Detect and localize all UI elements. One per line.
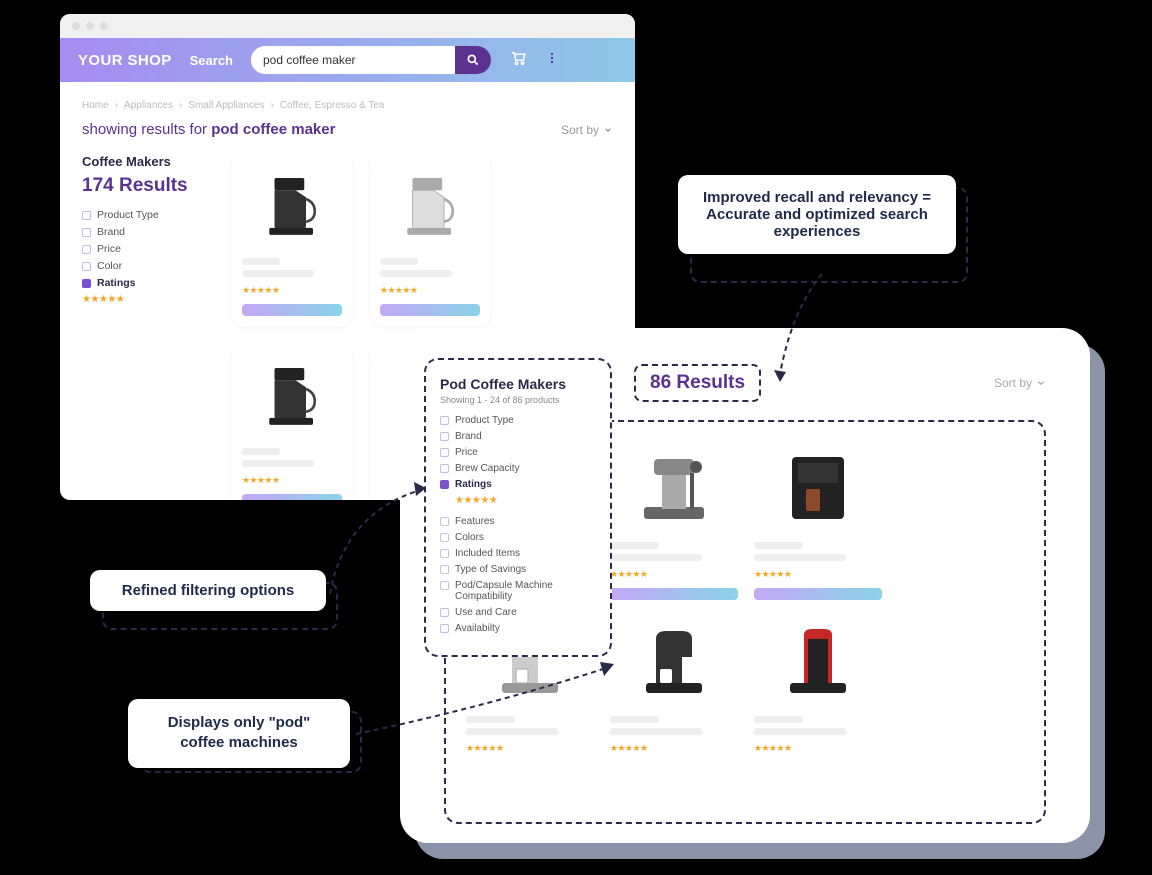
search-button[interactable] [455,46,491,74]
product-image [754,442,882,532]
product-card[interactable]: ★★★★★ [370,154,490,326]
filter-brand[interactable]: Brand [82,226,212,238]
breadcrumb-item[interactable]: Home [82,100,109,111]
product-card[interactable]: ★★★★★ [232,344,352,500]
sort-label: Sort by [994,376,1032,390]
filter-color[interactable]: Color [82,260,212,272]
product-image [754,616,882,706]
breadcrumb-item[interactable]: Appliances [124,100,173,111]
filter-label: Ratings [97,277,136,289]
shop-nav: YOUR SHOP Search [60,38,635,82]
filter-label: Features [455,516,494,527]
chevron-down-icon [603,125,613,135]
results-header: showing results for pod coffee maker Sor… [82,121,613,138]
browser-titlebar [60,14,635,38]
filter-included-items[interactable]: Included Items [440,548,596,559]
product-image [610,442,738,532]
filter-label: Use and Care [455,607,517,618]
sort-label: Sort by [561,123,599,137]
filter-label: Price [455,447,478,458]
category-title: Coffee Makers [82,154,212,169]
showing-results: showing results for pod coffee maker [82,121,335,138]
rating-stars: ★★★★★ [455,495,596,506]
filter-savings[interactable]: Type of Savings [440,564,596,575]
filter-label: Colors [455,532,484,543]
product-card[interactable]: ★★★★★ [232,154,352,326]
filter-price[interactable]: Price [440,447,596,458]
filter-label: Type of Savings [455,564,526,575]
menu-icon[interactable] [545,51,559,70]
search-input[interactable] [251,53,455,67]
filter-label: Pod/Capsule Machine Compatibility [455,580,596,602]
filter-product-type[interactable]: Product Type [440,415,596,426]
filter-label: Included Items [455,548,520,559]
window-dot [72,22,80,30]
product-image [380,166,480,246]
product-image [242,356,342,436]
panel2-title: Pod Coffee Makers [440,376,596,392]
breadcrumb-item[interactable]: Coffee, Espresso & Tea [280,100,385,111]
sort-by-dropdown[interactable]: Sort by [994,376,1046,390]
filter-label: Ratings [455,479,492,490]
filter-ratings[interactable]: Ratings [82,277,212,289]
showing-query: pod coffee maker [211,121,335,138]
filter-availability[interactable]: Availabilty [440,623,596,634]
cart-icon[interactable] [509,49,527,72]
filter-label: Color [97,260,122,272]
filter-label: Price [97,243,121,255]
filter-colors[interactable]: Colors [440,532,596,543]
filter-brew-capacity[interactable]: Brew Capacity [440,463,596,474]
filter-label: Product Type [97,209,159,221]
filter-use-care[interactable]: Use and Care [440,607,596,618]
breadcrumb-item[interactable]: Small Appliances [188,100,264,111]
p3-results-wrap: 86 Results [634,364,761,402]
product-card[interactable]: ★★★★★ [610,616,738,762]
refined-filter-panel: Pod Coffee Makers Showing 1 - 24 of 86 p… [424,358,612,657]
filter-features[interactable]: Features [440,516,596,527]
search-icon [466,53,480,67]
sort-by-dropdown[interactable]: Sort by [561,123,613,137]
filter-label: Product Type [455,415,514,426]
filter-price[interactable]: Price [82,243,212,255]
product-image [242,166,342,246]
product-card[interactable]: ★★★★★ [754,442,882,600]
callout-recall-relevancy: Improved recall and relevancy = Accurate… [678,175,956,254]
filter-pod-compatibility[interactable]: Pod/Capsule Machine Compatibility [440,580,596,602]
window-dot [100,22,108,30]
rating-stars: ★★★★★ [82,294,212,305]
search-box [251,46,491,74]
product-card[interactable]: ★★★★★ [610,442,738,600]
search-label: Search [190,53,233,68]
breadcrumb: Home› Appliances› Small Appliances› Coff… [82,100,613,111]
window-dot [86,22,94,30]
chevron-down-icon [1036,378,1046,388]
filter-product-type[interactable]: Product Type [82,209,212,221]
callout-refined-filtering: Refined filtering options [90,570,326,611]
filter-label: Availabilty [455,623,500,634]
showing-prefix: showing results for [82,121,211,138]
results-count-box: 86 Results [634,364,761,402]
panel2-subtitle: Showing 1 - 24 of 86 products [440,395,596,405]
shop-logo: YOUR SHOP [78,52,172,69]
filter-label: Brand [455,431,482,442]
filter-sidebar: Coffee Makers 174 Results Product Type B… [82,154,212,500]
filter-label: Brew Capacity [455,463,519,474]
filter-label: Brand [97,226,125,238]
filter-brand[interactable]: Brand [440,431,596,442]
product-image [610,616,738,706]
results-count: 174 Results [82,175,212,197]
filter-ratings[interactable]: Ratings [440,479,596,490]
callout-pod-only: Displays only "pod" coffee machines [128,699,350,768]
product-card[interactable]: ★★★★★ [754,616,882,762]
